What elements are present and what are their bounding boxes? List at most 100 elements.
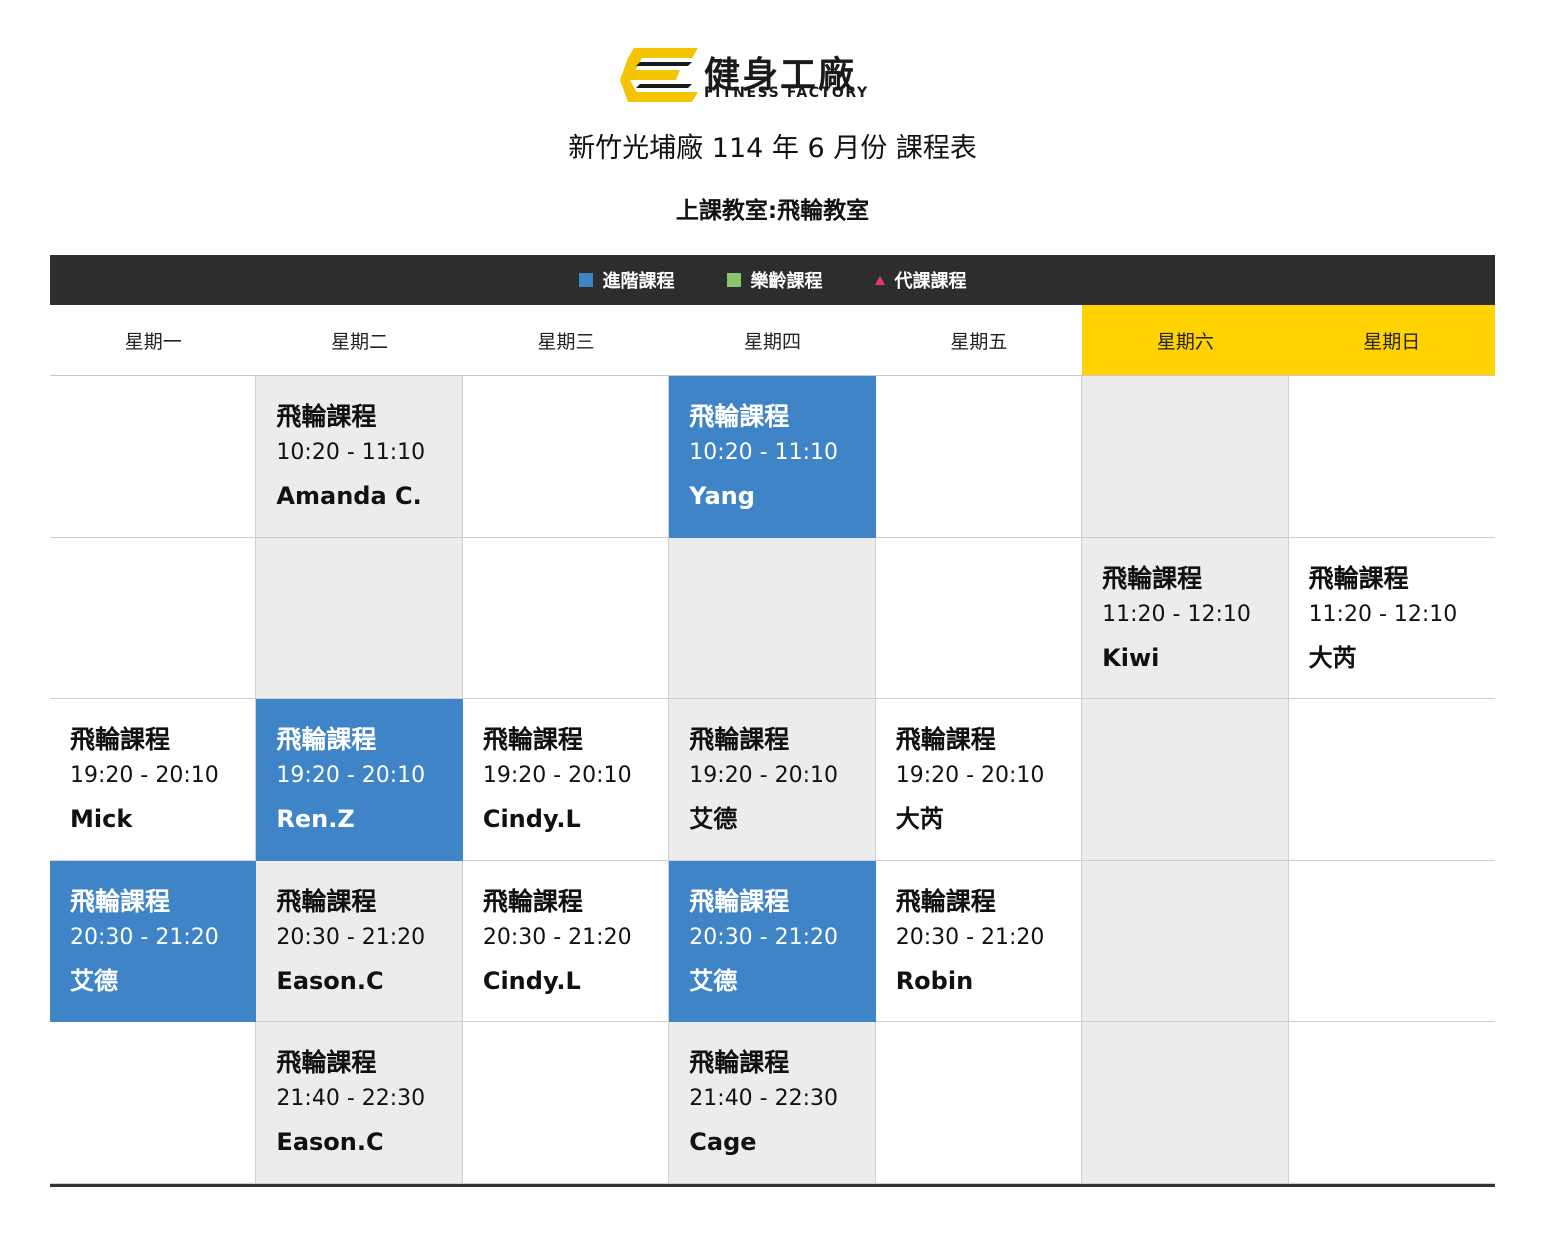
legend-senior-label: 樂齡課程	[750, 271, 823, 292]
legend-substitute: 代課課程	[874, 267, 967, 293]
class-coach: Cindy.L	[482, 966, 581, 995]
class-coach: 大芮	[895, 805, 944, 834]
empty-cell	[875, 537, 1083, 700]
class-time: 20:30 - 21:20	[70, 924, 219, 950]
legend-advanced: 進階課程	[578, 267, 675, 293]
class-name: 飛輪課程	[276, 886, 377, 916]
empty-cell	[1082, 860, 1289, 1023]
class-cell[interactable]: 飛輪課程 20:30 - 21:20 Eason.C	[256, 860, 463, 1023]
class-coach: Ren.Z	[276, 805, 355, 834]
class-time: 21:40 - 22:30	[276, 1086, 426, 1112]
empty-cell	[256, 537, 463, 700]
class-coach: Cage	[689, 1128, 757, 1157]
class-coach: Amanda C.	[276, 482, 422, 510]
class-coach: Cindy.L	[482, 805, 581, 834]
empty-cell	[669, 537, 876, 700]
class-time: 19:20 - 20:10	[895, 763, 1045, 789]
class-cell[interactable]: 飛輪課程 20:30 - 21:20 Robin	[875, 860, 1083, 1023]
day-header-fri: 星期五	[950, 330, 1008, 353]
empty-cell	[1082, 1022, 1289, 1184]
class-coach: Eason.C	[276, 966, 384, 995]
blue-square-icon	[578, 273, 593, 287]
class-cell[interactable]: 飛輪課程 19:20 - 20:10 艾德	[669, 699, 876, 861]
brand-name-en: FITNESS FACTORY	[704, 85, 869, 101]
class-name: 飛輪課程	[689, 886, 790, 916]
day-header-sat: 星期六	[1082, 305, 1289, 375]
class-name: 飛輪課程	[276, 402, 377, 431]
class-name: 飛輪課程	[70, 725, 171, 755]
day-header-thu: 星期四	[743, 330, 801, 353]
empty-cell	[462, 537, 670, 700]
empty-cell	[1082, 376, 1289, 538]
class-time: 20:30 - 21:20	[276, 924, 426, 950]
class-time: 20:30 - 21:20	[895, 924, 1045, 950]
fitness-factory-logo-icon	[620, 48, 698, 102]
class-name: 飛輪課程	[482, 725, 583, 755]
class-name: 飛輪課程	[895, 725, 996, 755]
class-coach: 艾德	[689, 966, 738, 995]
pink-triangle-icon	[874, 275, 885, 285]
page-subtitle: 上課教室:飛輪教室	[675, 198, 870, 224]
schedule-grid: 飛輪課程 10:20 - 11:10 Amanda C. 飛輪課程 10:20 - 11…	[50, 376, 1495, 1187]
weekday-header: 星期一 星期二 星期三 星期四 星期五 星期六 星期日	[50, 305, 1495, 376]
class-time: 10:20 - 11:10	[689, 440, 839, 465]
class-name: 飛輪課程	[276, 1048, 377, 1078]
empty-cell	[1288, 699, 1495, 861]
empty-cell	[1082, 699, 1289, 861]
class-cell[interactable]: 飛輪課程 19:20 - 20:10 Cindy.L	[462, 699, 670, 861]
class-coach: 大芮	[1308, 643, 1357, 672]
class-name: 飛輪課程	[482, 886, 583, 916]
legend-advanced-label: 進階課程	[602, 271, 675, 292]
class-time: 10:20 - 11:10	[276, 440, 426, 465]
empty-cell	[1288, 376, 1495, 538]
class-name: 飛輪課程	[689, 402, 790, 431]
class-cell[interactable]: 飛輪課程 19:20 - 20:10 Ren.Z	[256, 699, 463, 861]
class-cell[interactable]: 飛輪課程 19:20 - 20:10 Mick	[50, 699, 257, 861]
class-time: 19:20 - 20:10	[70, 763, 219, 789]
empty-cell	[1288, 1022, 1495, 1184]
class-coach: Mick	[70, 805, 133, 834]
class-cell[interactable]: 飛輪課程 11:20 - 12:10 大芮	[1288, 537, 1495, 700]
class-cell[interactable]: 飛輪課程 20:30 - 21:20 Cindy.L	[462, 860, 670, 1023]
empty-cell	[462, 376, 670, 538]
class-time: 21:40 - 22:30	[689, 1086, 839, 1112]
empty-cell	[875, 1022, 1083, 1184]
class-name: 飛輪課程	[895, 886, 996, 916]
class-cell[interactable]: 飛輪課程 20:30 - 21:20 艾德	[50, 860, 257, 1023]
empty-cell	[50, 537, 257, 700]
empty-cell	[50, 376, 257, 538]
class-coach: 艾德	[70, 966, 118, 995]
brand-logo: 健身工廠 FITNESS FACTORY	[620, 46, 930, 106]
day-header-mon: 星期一	[124, 330, 182, 353]
legend-substitute-label: 代課課程	[894, 271, 967, 292]
legend-bar: 進階課程 樂齡課程 代課課程	[50, 255, 1495, 305]
class-name: 飛輪課程	[689, 1048, 790, 1078]
class-name: 飛輪課程	[70, 886, 171, 916]
empty-cell	[875, 376, 1083, 538]
empty-cell	[462, 1022, 670, 1184]
green-square-icon	[726, 273, 741, 287]
class-coach: 艾德	[689, 805, 738, 834]
day-header-sun: 星期日	[1288, 305, 1495, 375]
class-cell[interactable]: 飛輪課程 10:20 - 11:10 Yang	[669, 376, 876, 538]
class-cell[interactable]: 飛輪課程 19:20 - 20:10 大芮	[875, 699, 1083, 861]
class-name: 飛輪課程	[689, 725, 790, 755]
class-name: 飛輪課程	[1308, 563, 1409, 593]
class-cell[interactable]: 飛輪課程 21:40 - 22:30 Eason.C	[256, 1022, 463, 1184]
empty-cell	[50, 1022, 257, 1184]
class-time: 20:30 - 21:20	[689, 924, 839, 950]
class-time: 11:20 - 12:10	[1308, 601, 1458, 627]
class-cell[interactable]: 飛輪課程 21:40 - 22:30 Cage	[669, 1022, 876, 1184]
class-time: 20:30 - 21:20	[482, 924, 632, 950]
day-header-tue: 星期二	[331, 330, 389, 353]
class-coach: Yang	[689, 482, 755, 510]
page-title: 新竹光埔廠 114 年 6 月份 課程表	[568, 133, 977, 164]
class-cell[interactable]: 飛輪課程 20:30 - 21:20 艾德	[669, 860, 876, 1023]
legend-senior: 樂齡課程	[726, 267, 823, 293]
class-cell[interactable]: 飛輪課程 10:20 - 11:10 Amanda C.	[256, 376, 463, 538]
class-coach: Eason.C	[276, 1128, 384, 1157]
class-time: 19:20 - 20:10	[482, 763, 632, 789]
empty-cell	[1288, 860, 1495, 1023]
class-name: 飛輪課程	[1102, 563, 1203, 593]
class-cell[interactable]: 飛輪課程 11:20 - 12:10 Kiwi	[1082, 537, 1289, 700]
